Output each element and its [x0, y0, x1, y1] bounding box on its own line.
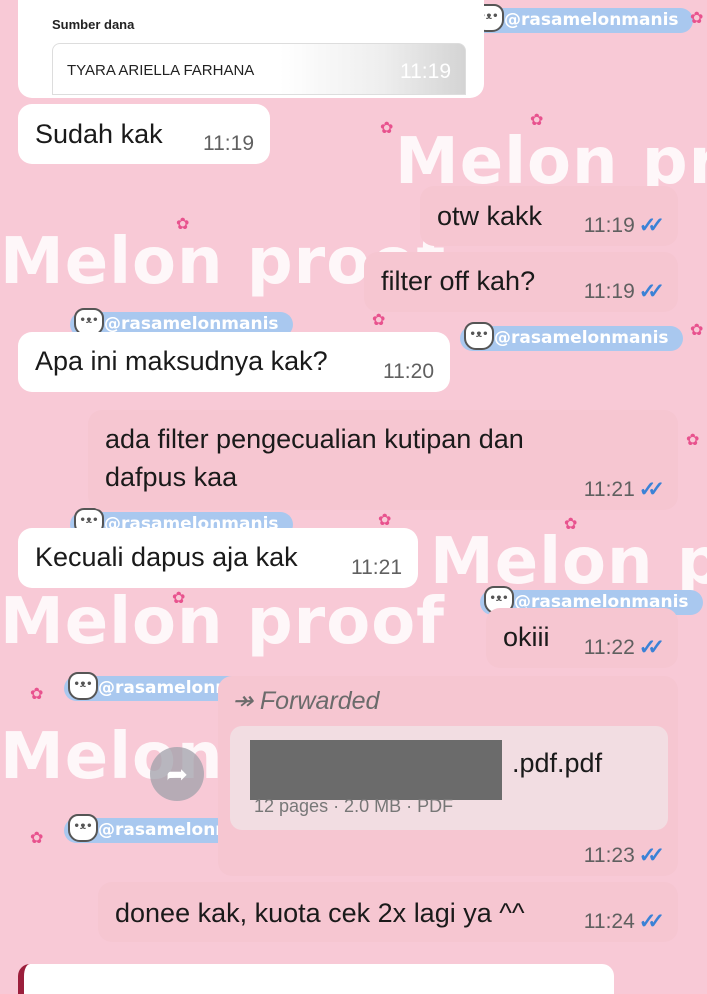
- star-icon: ✿: [172, 590, 186, 607]
- message-time: 11:19: [203, 132, 254, 155]
- double-check-icon: ✓✓: [638, 636, 665, 659]
- star-icon: ✿: [176, 216, 190, 233]
- forwarded-document-message[interactable]: ↠ Forwarded .pdf.pdf 12 pages · 2.0 MB ·…: [218, 676, 678, 876]
- outgoing-message[interactable]: okiii 11:22 ✓✓: [486, 608, 678, 668]
- message-text: okiii: [503, 622, 550, 652]
- forwarded-arrow-icon: ↠: [232, 687, 253, 715]
- star-icon: ✿: [30, 686, 44, 703]
- outgoing-message[interactable]: filter off kah? 11:19 ✓✓: [364, 252, 678, 312]
- next-message-partial: [0, 962, 707, 994]
- message-text: ada filter pengecualian kutipan dan dafp…: [105, 424, 524, 492]
- message-text: Apa ini maksudnya kak?: [35, 346, 328, 376]
- wallpaper-brand-text: Melon proof: [0, 585, 445, 659]
- star-icon: ✿: [372, 312, 386, 329]
- star-icon: ✿: [378, 512, 392, 529]
- source-of-funds-label: Sumber dana: [52, 17, 135, 32]
- star-icon: ✿: [530, 112, 544, 129]
- account-box: TYARA ARIELLA FARHANA 11:19: [52, 43, 466, 95]
- double-check-icon: ✓✓: [638, 214, 665, 237]
- wallpaper-handle-tag: •ᴥ• @rasamelonmanis: [460, 322, 683, 351]
- message-text: Sudah kak: [35, 119, 163, 149]
- outgoing-message[interactable]: donee kak, kuota cek 2x lagi ya ^^ 11:24…: [98, 882, 678, 942]
- payment-receipt-card[interactable]: Sumber dana TYARA ARIELLA FARHANA 11:19: [18, 0, 484, 98]
- message-time: 11:21: [351, 556, 402, 579]
- cat-icon: •ᴥ•: [464, 322, 494, 350]
- account-name: TYARA ARIELLA FARHANA: [67, 62, 255, 79]
- forward-arrow-icon: ➦: [166, 759, 188, 789]
- double-check-icon: ✓✓: [638, 844, 665, 867]
- message-text: donee kak, kuota cek 2x lagi ya ^^: [115, 898, 525, 928]
- star-icon: ✿: [690, 322, 704, 339]
- double-check-icon: ✓✓: [638, 478, 665, 501]
- message-time: 11:20: [383, 360, 434, 383]
- incoming-message[interactable]: Sudah kak 11:19: [18, 104, 270, 164]
- star-icon: ✿: [30, 830, 44, 847]
- star-icon: ✿: [380, 120, 394, 137]
- cat-icon: •ᴥ•: [68, 672, 98, 700]
- star-icon: ✿: [690, 10, 704, 27]
- redacted-file-name: [250, 740, 502, 800]
- message-time: 11:23 ✓✓: [584, 843, 665, 868]
- star-icon: ✿: [686, 432, 700, 449]
- incoming-message[interactable]: Kecuali dapus aja kak 11:21: [18, 528, 418, 588]
- star-icon: ✿: [564, 516, 578, 533]
- incoming-message[interactable]: Apa ini maksudnya kak? 11:20: [18, 332, 450, 392]
- message-time: 11:19 ✓✓: [584, 279, 665, 304]
- document-meta: 12 pages · 2.0 MB · PDF: [254, 796, 454, 816]
- message-time: 11:21 ✓✓: [584, 477, 665, 502]
- message-text: filter off kah?: [381, 266, 536, 296]
- outgoing-message[interactable]: ada filter pengecualian kutipan dan dafp…: [88, 410, 678, 510]
- outgoing-message[interactable]: otw kakk 11:19 ✓✓: [420, 186, 678, 246]
- message-time: 11:22 ✓✓: [584, 635, 665, 660]
- message-time: 11:19: [400, 60, 451, 83]
- message-time: 11:19 ✓✓: [584, 213, 665, 238]
- double-check-icon: ✓✓: [638, 910, 665, 933]
- forward-button[interactable]: ➦: [150, 747, 204, 801]
- message-time: 11:24 ✓✓: [584, 909, 665, 934]
- message-text: Kecuali dapus aja kak: [35, 542, 298, 572]
- double-check-icon: ✓✓: [638, 280, 665, 303]
- wallpaper-brand-text: Melon proof: [430, 525, 707, 599]
- cat-icon: •ᴥ•: [68, 814, 98, 842]
- message-text: otw kakk: [437, 201, 543, 231]
- wallpaper-handle-tag: •ᴥ• @rasamelonmanis: [470, 4, 693, 33]
- document-card[interactable]: .pdf.pdf 12 pages · 2.0 MB · PDF: [230, 726, 668, 830]
- document-file-name: .pdf.pdf: [512, 748, 603, 778]
- quoted-reply: [18, 964, 614, 994]
- forwarded-label: ↠ Forwarded: [232, 687, 380, 715]
